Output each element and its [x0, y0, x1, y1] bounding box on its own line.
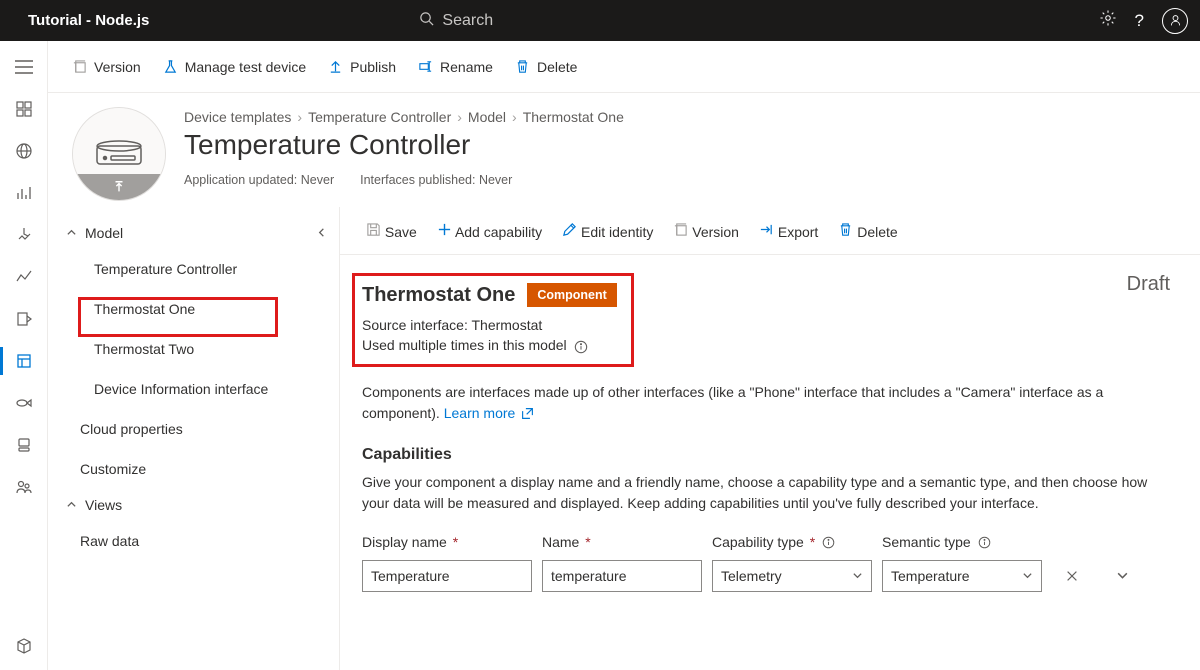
publish-button[interactable]: Publish [328, 59, 396, 75]
tree-item-customize[interactable]: Customize [48, 449, 339, 489]
info-icon[interactable] [574, 340, 588, 354]
edit-identity-button[interactable]: Edit identity [562, 222, 653, 240]
expand-row-button[interactable] [1102, 569, 1142, 582]
save-icon [366, 222, 381, 237]
info-icon[interactable] [978, 536, 991, 549]
users-icon[interactable] [14, 477, 34, 497]
globe-icon[interactable] [14, 141, 34, 161]
content-command-bar: Save Add capability Edit identity Versio… [340, 207, 1200, 255]
breadcrumb: Device templates›Temperature Controller›… [184, 109, 624, 125]
analytics-icon[interactable] [14, 267, 34, 287]
capability-type-select[interactable]: Telemetry [712, 560, 872, 592]
version-button: Version [72, 59, 141, 75]
flask-icon [163, 59, 178, 74]
nav-rail [0, 41, 48, 670]
display-name-input[interactable]: Temperature [362, 560, 532, 592]
column-display-name: Display name * [362, 534, 532, 550]
dashboard-icon[interactable] [14, 99, 34, 119]
rename-icon [418, 59, 433, 74]
rename-button[interactable]: Rename [418, 59, 493, 75]
add-capability-button[interactable]: Add capability [437, 222, 542, 240]
rules-icon[interactable] [14, 225, 34, 245]
command-bar: Version Manage test device Publish Renam… [48, 41, 1200, 93]
app-title: Tutorial - Node.js [28, 12, 149, 29]
chart-icon[interactable] [14, 183, 34, 203]
version-button: Version [673, 222, 739, 240]
help-icon[interactable]: ? [1135, 11, 1144, 31]
breadcrumb-item[interactable]: Device templates [184, 109, 291, 125]
template-icon [72, 107, 166, 201]
name-input[interactable]: temperature [542, 560, 702, 592]
used-multiple-label: Used multiple times in this model [362, 335, 1156, 355]
tree-item-thermostat-two[interactable]: Thermostat Two [48, 329, 339, 369]
export-icon [759, 222, 774, 237]
chevron-left-icon[interactable] [316, 225, 327, 241]
component-description: Components are interfaces made up of oth… [362, 382, 1170, 424]
column-semantic-type: Semantic type [882, 534, 1042, 550]
column-capability-type: Capability type * [712, 534, 872, 550]
page-title: Temperature Controller [184, 129, 624, 161]
search-input[interactable]: Search [419, 11, 493, 31]
breadcrumb-item[interactable]: Temperature Controller [308, 109, 451, 125]
export-button[interactable]: Export [759, 222, 818, 240]
learn-more-link[interactable]: Learn more [444, 405, 516, 421]
tree-item-device-info[interactable]: Device Information interface [48, 369, 339, 409]
semantic-type-select[interactable]: Temperature [882, 560, 1042, 592]
source-interface-label: Source interface: Thermostat [362, 315, 1156, 335]
breadcrumb-item: Thermostat One [523, 109, 624, 125]
search-icon [419, 11, 434, 31]
capabilities-heading: Capabilities [362, 446, 1170, 464]
app-updated-label: Application updated: Never [184, 173, 334, 187]
export-icon[interactable] [14, 393, 34, 413]
tree-item-temperature-controller[interactable]: Temperature Controller [48, 249, 339, 289]
jobs-icon[interactable] [14, 309, 34, 329]
views-section[interactable]: Views [48, 489, 339, 521]
manage-test-device-button[interactable]: Manage test device [163, 59, 306, 75]
chevron-down-icon [1022, 568, 1033, 584]
hamburger-icon[interactable] [14, 57, 34, 77]
chevron-up-icon [66, 225, 77, 241]
cube-icon[interactable] [14, 636, 34, 656]
version-icon [673, 222, 688, 237]
gear-icon[interactable] [1099, 9, 1117, 32]
save-button: Save [366, 222, 417, 240]
avatar[interactable] [1162, 8, 1188, 34]
delete-button[interactable]: Delete [515, 59, 577, 75]
capabilities-description: Give your component a display name and a… [362, 472, 1170, 514]
delete-button[interactable]: Delete [838, 222, 897, 240]
tree-item-raw-data[interactable]: Raw data [48, 521, 339, 561]
model-tree: Model Temperature Controller Thermostat … [48, 207, 340, 670]
breadcrumb-item[interactable]: Model [468, 109, 506, 125]
templates-icon[interactable] [14, 351, 34, 371]
column-name: Name * [542, 534, 702, 550]
publish-icon [328, 59, 343, 74]
component-title: Thermostat One [362, 284, 515, 307]
trash-icon [838, 222, 853, 237]
interfaces-published-label: Interfaces published: Never [360, 173, 512, 187]
component-badge: Component [527, 283, 616, 307]
external-link-icon [521, 407, 534, 420]
chevron-up-icon [66, 497, 77, 513]
model-section[interactable]: Model [48, 217, 339, 249]
search-placeholder: Search [442, 12, 493, 30]
trash-icon [515, 59, 530, 74]
tree-item-thermostat-one[interactable]: Thermostat One [48, 289, 339, 329]
edit-icon [562, 222, 577, 237]
info-icon[interactable] [822, 536, 835, 549]
chevron-down-icon [852, 568, 863, 584]
plus-icon [437, 222, 452, 237]
admin-icon[interactable] [14, 435, 34, 455]
version-icon [72, 59, 87, 74]
tree-item-cloud-properties[interactable]: Cloud properties [48, 409, 339, 449]
remove-row-button[interactable] [1052, 569, 1092, 583]
